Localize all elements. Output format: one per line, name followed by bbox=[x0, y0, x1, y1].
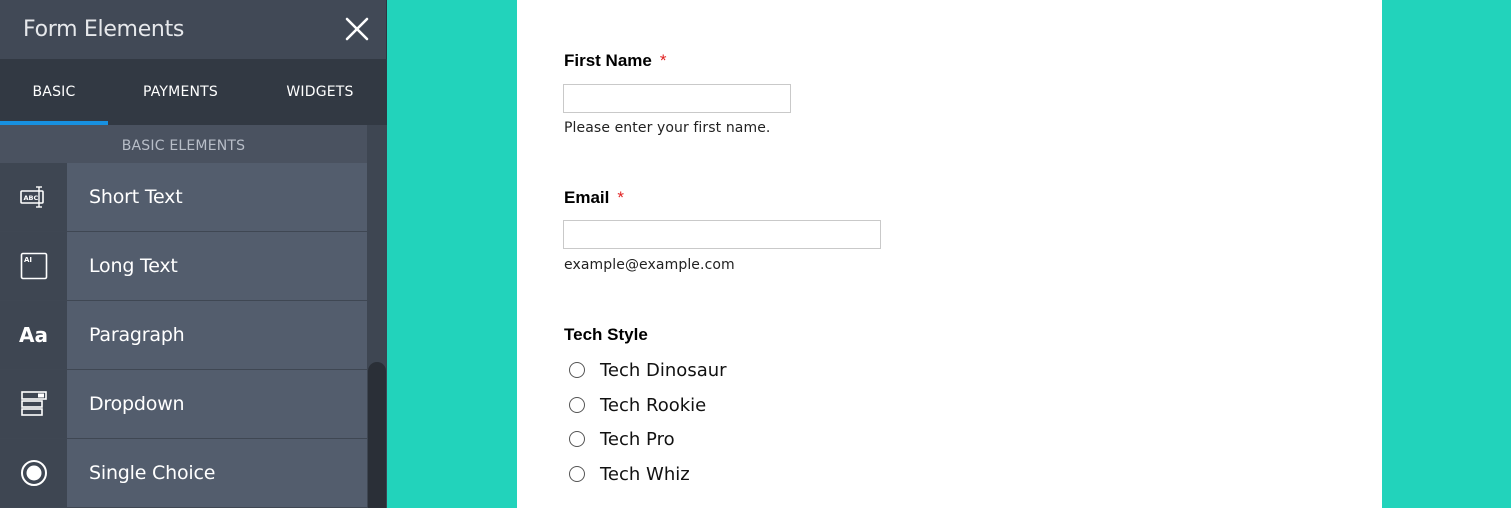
radio-circle[interactable] bbox=[569, 431, 585, 447]
radio-label: Tech Dinosaur bbox=[600, 359, 727, 381]
long-text-icon: AI bbox=[20, 252, 47, 280]
element-label: Paragraph bbox=[89, 324, 185, 346]
close-button[interactable] bbox=[340, 12, 374, 46]
email-label: Email * bbox=[564, 188, 624, 208]
element-paragraph[interactable]: Aa Paragraph bbox=[0, 301, 367, 370]
first-name-label: First Name * bbox=[564, 51, 667, 71]
svg-text:Aa: Aa bbox=[19, 323, 48, 347]
first-name-sublabel: Please enter your first name. bbox=[564, 120, 771, 136]
panel-header: Form Elements bbox=[0, 0, 387, 59]
scrollbar-thumb[interactable] bbox=[368, 362, 386, 508]
form-elements-panel: Form Elements BASIC PAYMENTS WIDGETS BAS… bbox=[0, 0, 387, 508]
tab-payments[interactable]: PAYMENTS bbox=[108, 59, 253, 125]
single-choice-icon bbox=[20, 460, 47, 486]
email-sublabel: example@example.com bbox=[564, 257, 735, 273]
element-label: Single Choice bbox=[89, 462, 216, 484]
first-name-input[interactable] bbox=[563, 84, 791, 113]
first-name-label-text: First Name bbox=[564, 51, 652, 70]
radio-label: Tech Whiz bbox=[600, 463, 690, 485]
tab-basic[interactable]: BASIC bbox=[0, 59, 108, 125]
close-icon bbox=[345, 17, 369, 41]
short-text-icon: ABC bbox=[19, 186, 44, 208]
radio-label: Tech Pro bbox=[600, 428, 675, 450]
required-mark: * bbox=[659, 51, 667, 70]
element-label: Long Text bbox=[89, 255, 178, 277]
element-dropdown[interactable]: Dropdown bbox=[0, 370, 367, 439]
radio-circle[interactable] bbox=[569, 466, 585, 482]
radio-label: Tech Rookie bbox=[600, 394, 707, 416]
email-label-text: Email bbox=[564, 188, 610, 207]
element-single-choice[interactable]: Single Choice bbox=[0, 439, 367, 508]
dropdown-icon bbox=[20, 391, 47, 416]
element-short-text[interactable]: ABC Short Text bbox=[0, 163, 367, 232]
element-label: Dropdown bbox=[89, 393, 185, 415]
tech-style-label: Tech Style bbox=[564, 325, 648, 344]
required-mark: * bbox=[617, 188, 624, 207]
radio-option-tech-dinosaur[interactable]: Tech Dinosaur bbox=[569, 358, 727, 382]
radio-circle[interactable] bbox=[569, 397, 585, 413]
panel-tabs: BASIC PAYMENTS WIDGETS bbox=[0, 59, 387, 125]
section-title: BASIC ELEMENTS bbox=[0, 125, 367, 163]
form-card: First Name * Please enter your first name… bbox=[517, 0, 1382, 508]
panel-title: Form Elements bbox=[23, 17, 185, 42]
tab-widgets[interactable]: WIDGETS bbox=[253, 59, 387, 125]
radio-circle[interactable] bbox=[569, 362, 585, 378]
paragraph-icon: Aa bbox=[19, 323, 48, 347]
element-label: Short Text bbox=[89, 186, 183, 208]
radio-option-tech-pro[interactable]: Tech Pro bbox=[569, 427, 675, 451]
element-long-text[interactable]: AI Long Text bbox=[0, 232, 367, 301]
svg-text:ABC: ABC bbox=[23, 194, 38, 202]
email-input[interactable] bbox=[563, 220, 881, 249]
radio-option-tech-rookie[interactable]: Tech Rookie bbox=[569, 393, 706, 417]
radio-option-tech-whiz[interactable]: Tech Whiz bbox=[569, 462, 690, 486]
svg-text:AI: AI bbox=[24, 256, 32, 264]
